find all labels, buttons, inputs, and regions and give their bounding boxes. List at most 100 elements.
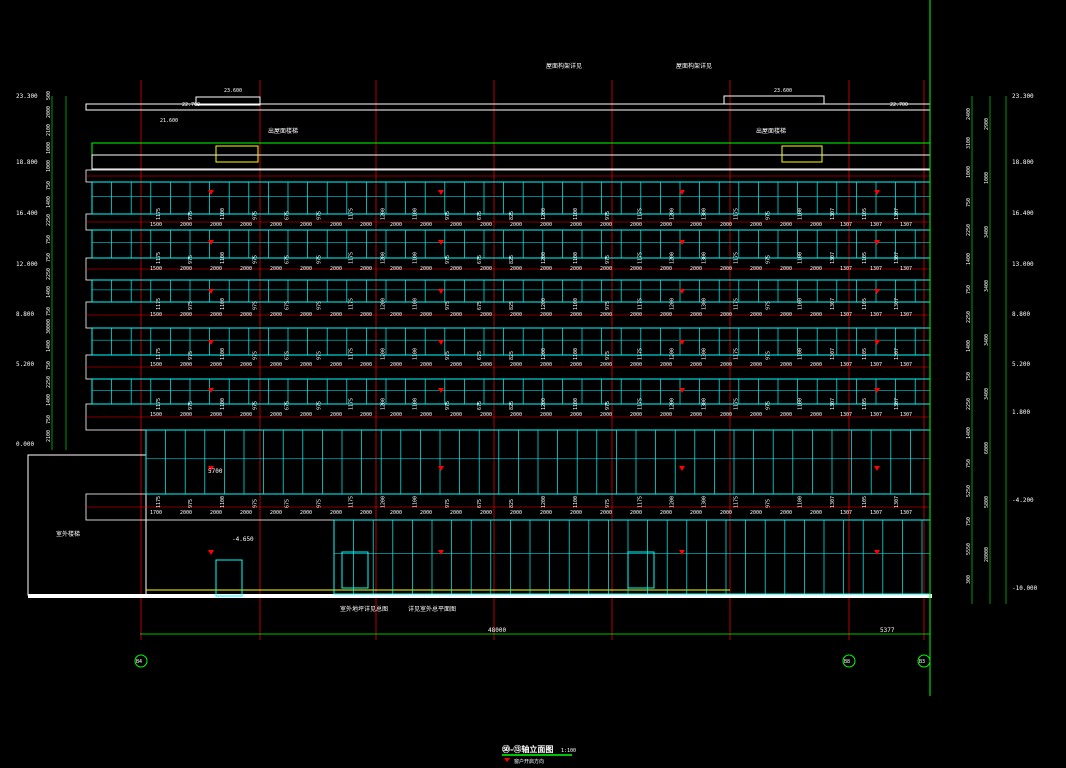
bay-dimension: 2000 xyxy=(360,222,372,228)
right-column-dim: 3400 xyxy=(984,334,990,346)
bay-dimension: 2000 xyxy=(810,412,822,418)
right-column-dim: 5800 xyxy=(984,496,990,508)
bay-dimension: 2000 xyxy=(390,362,402,368)
left-column-dim: 750 xyxy=(46,307,52,316)
legend-note: 窗户开启方向 xyxy=(514,758,544,765)
bay-dimension: 2000 xyxy=(420,412,432,418)
bay-dimension: 2000 xyxy=(720,222,732,228)
notch-dimension: 1175 xyxy=(349,208,355,220)
roof-mark-5: 22.700 xyxy=(890,102,908,108)
right-bay-dim: 5377 xyxy=(880,627,895,634)
bay-dimension: 2000 xyxy=(570,362,582,368)
roof-structure-right xyxy=(723,95,825,105)
notch-dimension: 975 xyxy=(445,255,451,264)
notch-dimension: 1100 xyxy=(220,208,226,220)
top-note-1: 屋面构架详见 xyxy=(546,62,582,70)
door-frame xyxy=(215,559,243,597)
bay-dimension: 2000 xyxy=(600,412,612,418)
drawing-title-block: ㊿-⑬轴立面图 1:100 窗户开启方向 xyxy=(502,744,576,765)
bay-dimension: 2000 xyxy=(450,222,462,228)
bay-dimension: 1307 xyxy=(900,510,912,516)
bay-dimension: 2000 xyxy=(450,510,462,516)
bay-dimension: 2000 xyxy=(390,312,402,318)
notch-dimension: 675 xyxy=(477,401,483,410)
building-outline xyxy=(27,95,932,598)
notch-dimension: 1175 xyxy=(734,398,740,410)
left-column-dim: 2250 xyxy=(46,268,52,280)
notch-dimension: 1175 xyxy=(637,348,643,360)
notch-dimension: 1100 xyxy=(798,298,804,310)
elev-left-6: 5.200 xyxy=(16,361,34,368)
bay-dimension: 2000 xyxy=(540,222,552,228)
bay-dimension: 2000 xyxy=(360,312,372,318)
notch-dimension: 1300 xyxy=(701,348,707,360)
notch-dimension: 975 xyxy=(766,301,772,310)
bay-dimension: 2000 xyxy=(330,222,342,228)
left-column-dim: 750 xyxy=(46,361,52,370)
bay-dimension: 2000 xyxy=(720,312,732,318)
notch-dimension: 1100 xyxy=(798,348,804,360)
curtain-wall-grid xyxy=(91,181,931,597)
notch-dimension: 1175 xyxy=(637,298,643,310)
right-column-dim: 750 xyxy=(966,517,972,526)
bay-dimension: 2000 xyxy=(600,510,612,516)
bay-dimension: 2000 xyxy=(300,222,312,228)
bay-dimension: 2000 xyxy=(270,362,282,368)
bay-dimension: 1307 xyxy=(840,222,852,228)
overall-dim: 48000 xyxy=(488,627,506,634)
drawing-scale: 1:100 xyxy=(561,748,576,754)
notch-dimension: 1175 xyxy=(349,298,355,310)
dimension-texts: 1500 2000 2000 2000 2000 2000 2000 2000 2000 2000… xyxy=(150,208,912,516)
opening-arrow-icon xyxy=(874,340,880,345)
left-column-dim: 30000 xyxy=(46,319,52,334)
notch-dimension: 1100 xyxy=(573,398,579,410)
notch-dimension: 1200 xyxy=(541,496,547,508)
bay-dimension: 2000 xyxy=(300,312,312,318)
notch-dimension: 1175 xyxy=(637,496,643,508)
bay-dimension: 2000 xyxy=(750,510,762,516)
right-column-dim: 6000 xyxy=(984,442,990,454)
notch-dimension: 675 xyxy=(284,351,290,360)
bay-dimension: 1307 xyxy=(900,266,912,272)
opening-arrow-icon xyxy=(679,466,685,471)
bay-dimension: 2000 xyxy=(750,362,762,368)
bay-dimension: 2000 xyxy=(720,362,732,368)
drawing-title: ㊿-⑬轴立面图 xyxy=(502,744,553,754)
bay-dimension: 2000 xyxy=(180,312,192,318)
right-column-dim: 28000 xyxy=(984,547,990,562)
bay-dimension: 1307 xyxy=(870,412,882,418)
notch-dimension: 825 xyxy=(509,401,515,410)
bay-dimension: 2000 xyxy=(210,266,222,272)
bay-dimension: 2000 xyxy=(630,362,642,368)
bay-dimension: 1307 xyxy=(870,266,882,272)
right-column-dim: 1400 xyxy=(966,427,972,439)
right-column-dim: 3400 xyxy=(984,280,990,292)
window-zone xyxy=(91,279,931,303)
bay-dimension: 2000 xyxy=(270,312,282,318)
notch-dimension: 675 xyxy=(477,211,483,220)
notch-dimension: 1175 xyxy=(734,496,740,508)
bay-dimension: 2000 xyxy=(540,312,552,318)
notch-dimension: 1200 xyxy=(381,208,387,220)
notch-dimension: 1100 xyxy=(413,398,419,410)
elev-right-2: 18.800 xyxy=(1012,159,1034,166)
elev-right-8: -4.200 xyxy=(1012,497,1034,504)
bay-dimension: 2000 xyxy=(210,222,222,228)
right-column-dim: 750 xyxy=(966,459,972,468)
right-column-dim: 3100 xyxy=(966,137,972,149)
notch-dimension: 1105 xyxy=(862,348,868,360)
left-column-dim: 500 xyxy=(46,91,52,100)
notch-dimension: 975 xyxy=(445,211,451,220)
notch-dimension: 975 xyxy=(605,211,611,220)
bay-dimension: 2000 xyxy=(180,412,192,418)
bay-dimension: 2000 xyxy=(360,266,372,272)
bay-dimension: 1500 xyxy=(150,362,162,368)
bay-dimension: 2000 xyxy=(420,222,432,228)
bay-dimension: 2000 xyxy=(510,362,522,368)
left-column-dim: 1400 xyxy=(46,340,52,352)
elev-left-4: 12.000 xyxy=(16,261,38,268)
notch-dimension: 1307 xyxy=(894,398,900,410)
left-column-dim: 750 xyxy=(46,181,52,190)
window-zone xyxy=(91,378,931,405)
right-column-dim: 750 xyxy=(966,198,972,207)
